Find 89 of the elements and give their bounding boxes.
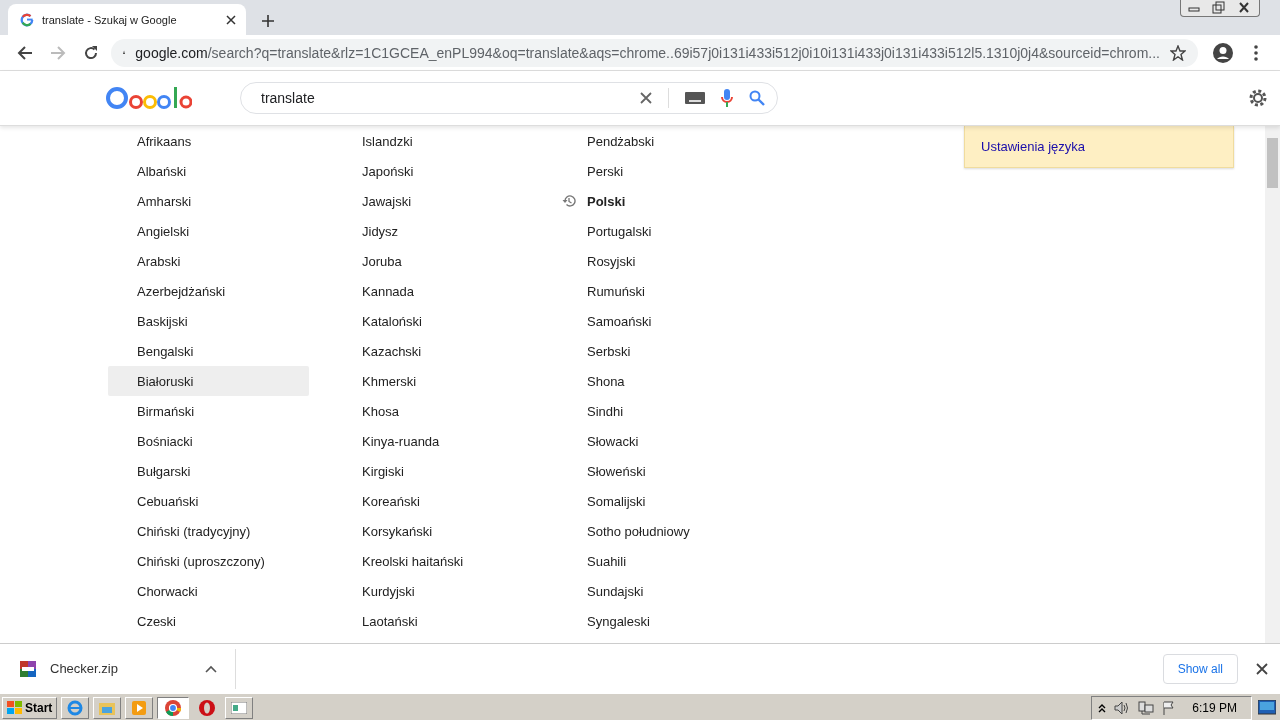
close-icon[interactable] xyxy=(1256,662,1268,675)
chevron-up-icon[interactable] xyxy=(1098,703,1107,713)
profile-icon[interactable] xyxy=(1212,42,1233,63)
close-icon[interactable] xyxy=(226,14,236,25)
language-option[interactable]: Czeski xyxy=(108,606,309,636)
star-icon[interactable] xyxy=(1170,44,1186,61)
language-option[interactable]: Serbski xyxy=(558,336,759,366)
language-option[interactable]: Kannada xyxy=(333,276,534,306)
language-option[interactable]: Sundajski xyxy=(558,576,759,606)
show-all-button[interactable]: Show all xyxy=(1162,653,1238,684)
language-option[interactable]: Kreolski haitański xyxy=(333,546,534,576)
language-option[interactable]: Chorwacki xyxy=(108,576,309,606)
language-option[interactable]: Słoweński xyxy=(558,456,759,486)
tab-title: translate - Szukaj w Google xyxy=(42,13,178,26)
language-option[interactable]: Pendżabski xyxy=(558,126,759,156)
language-option[interactable]: Suahili xyxy=(558,546,759,576)
menu-icon[interactable] xyxy=(1253,44,1258,61)
language-option[interactable]: Kataloński xyxy=(333,306,534,336)
history-icon xyxy=(562,194,576,208)
language-option[interactable]: Jawajski xyxy=(333,186,534,216)
chrome-taskbar-icon[interactable] xyxy=(157,697,190,719)
clear-icon[interactable] xyxy=(640,92,652,104)
language-option[interactable]: Baskijski xyxy=(108,306,309,336)
address-bar[interactable]: google.com/search?q=translate&rlz=1C1GCEA_enPL994&oq=translate&aqs=chrome..69i57j0i131i433i512j0i10i131i433j0i131i433i512l5.1310j0j4&sourceid=chrom... xyxy=(111,38,1198,67)
download-item[interactable]: Checker.zip xyxy=(0,648,236,689)
google-icon xyxy=(20,12,34,27)
microphone-icon[interactable] xyxy=(721,89,733,107)
speaker-icon[interactable] xyxy=(1114,701,1131,715)
language-option[interactable]: Chiński (uproszczony) xyxy=(108,546,309,576)
windows-logo-icon xyxy=(7,701,23,715)
language-option[interactable]: Amharski xyxy=(108,186,309,216)
language-option[interactable]: Albański xyxy=(108,156,309,186)
language-option[interactable]: Białoruski xyxy=(108,366,309,396)
archive-icon xyxy=(20,660,36,677)
language-option[interactable]: Samoański xyxy=(558,306,759,336)
language-option[interactable]: Japoński xyxy=(333,156,534,186)
language-option[interactable]: Arabski xyxy=(108,246,309,276)
language-option[interactable]: Chiński (tradycyjny) xyxy=(108,516,309,546)
settings-icon[interactable] xyxy=(1248,88,1268,108)
language-option[interactable]: Joruba xyxy=(333,246,534,276)
keyboard-icon[interactable] xyxy=(685,92,705,104)
language-option[interactable]: Sotho południowy xyxy=(558,516,759,546)
search-field[interactable]: translate xyxy=(259,89,624,107)
language-option[interactable]: Bengalski xyxy=(108,336,309,366)
language-option[interactable]: Portugalski xyxy=(558,216,759,246)
language-settings-link[interactable]: Ustawienia języka xyxy=(981,139,1086,154)
language-option[interactable]: Sindhi xyxy=(558,396,759,426)
browser-taskbar-icon[interactable] xyxy=(61,697,90,719)
new-tab-icon[interactable] xyxy=(262,15,274,27)
reload-icon[interactable] xyxy=(82,44,99,61)
flag-icon[interactable] xyxy=(1162,701,1177,715)
language-option[interactable]: Khosa xyxy=(333,396,534,426)
language-option[interactable]: Afrikaans xyxy=(108,126,309,156)
language-option[interactable]: Shona xyxy=(558,366,759,396)
language-option[interactable]: Koreański xyxy=(333,486,534,516)
network-icon[interactable] xyxy=(1138,701,1155,715)
language-option[interactable]: Azerbejdżański xyxy=(108,276,309,306)
language-option[interactable]: Cebuański xyxy=(108,486,309,516)
language-option[interactable]: Birmański xyxy=(108,396,309,426)
language-option[interactable]: Kirgiski xyxy=(333,456,534,486)
language-option[interactable]: Jidysz xyxy=(333,216,534,246)
window-taskbar-icon[interactable] xyxy=(225,697,254,719)
language-option[interactable]: Bułgarski xyxy=(108,456,309,486)
language-option[interactable]: Kinya-ruanda xyxy=(333,426,534,456)
language-option[interactable]: Polski xyxy=(558,186,759,216)
language-option[interactable]: Islandzki xyxy=(333,126,534,156)
language-option[interactable]: Angielski xyxy=(108,216,309,246)
language-option[interactable]: Perski xyxy=(558,156,759,186)
caret-icon[interactable] xyxy=(205,664,217,673)
scrollbar[interactable] xyxy=(1265,126,1280,643)
start-button[interactable]: Start xyxy=(2,697,58,719)
language-option[interactable]: Kurdyjski xyxy=(333,576,534,606)
back-icon[interactable] xyxy=(16,44,33,61)
language-option[interactable]: Laotański xyxy=(333,606,534,636)
language-option[interactable]: Khmerski xyxy=(333,366,534,396)
clock: 6:19 PM xyxy=(1192,701,1237,715)
media-player-taskbar-icon[interactable] xyxy=(125,697,154,719)
language-option[interactable]: Kazachski xyxy=(333,336,534,366)
language-option[interactable]: Syngaleski xyxy=(558,606,759,636)
folder-taskbar-icon[interactable] xyxy=(93,697,122,719)
language-option[interactable]: Korsykański xyxy=(333,516,534,546)
language-option[interactable]: Rosyjski xyxy=(558,246,759,276)
language-option[interactable]: Somalijski xyxy=(558,486,759,516)
language-option[interactable]: Rumuński xyxy=(558,276,759,306)
language-option[interactable]: Bośniacki xyxy=(108,426,309,456)
browser-tab[interactable]: translate - Szukaj w Google xyxy=(8,4,246,35)
search-icon[interactable] xyxy=(749,90,765,106)
language-option[interactable]: Słowacki xyxy=(558,426,759,456)
desktop-icon[interactable] xyxy=(1258,700,1276,716)
